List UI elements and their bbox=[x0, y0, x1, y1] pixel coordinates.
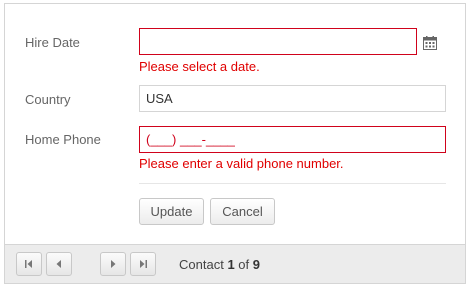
home-phone-input[interactable]: (___) ___-____ bbox=[139, 126, 446, 153]
hire-date-error: Please select a date. bbox=[139, 59, 260, 74]
country-label: Country bbox=[25, 92, 71, 107]
home-phone-label: Home Phone bbox=[25, 132, 101, 147]
previous-page-button[interactable] bbox=[46, 252, 72, 276]
cancel-button[interactable]: Cancel bbox=[210, 198, 275, 225]
country-input[interactable]: USA bbox=[139, 85, 446, 112]
next-page-button[interactable] bbox=[100, 252, 126, 276]
contact-editor-card: Hire Date Please select a date. Country … bbox=[4, 3, 466, 284]
home-phone-error: Please enter a valid phone number. bbox=[139, 156, 344, 171]
first-page-button[interactable] bbox=[16, 252, 42, 276]
pager-bar: Contact 1 of 9 bbox=[5, 244, 465, 283]
update-button[interactable]: Update bbox=[139, 198, 204, 225]
pager-info: Contact 1 of 9 bbox=[179, 257, 260, 272]
pager-current: 1 bbox=[227, 257, 235, 272]
hire-date-input[interactable] bbox=[139, 28, 417, 55]
next-page-icon bbox=[111, 260, 116, 268]
pager-total: 9 bbox=[252, 257, 260, 272]
previous-page-icon bbox=[56, 260, 61, 268]
hire-date-label: Hire Date bbox=[25, 35, 80, 50]
pager-prefix: Contact bbox=[179, 257, 224, 272]
first-page-icon bbox=[25, 260, 32, 268]
form-divider bbox=[139, 183, 446, 184]
pager-of: of bbox=[238, 257, 250, 272]
last-page-icon bbox=[140, 260, 147, 268]
last-page-button[interactable] bbox=[130, 252, 156, 276]
calendar-icon[interactable] bbox=[423, 36, 437, 50]
